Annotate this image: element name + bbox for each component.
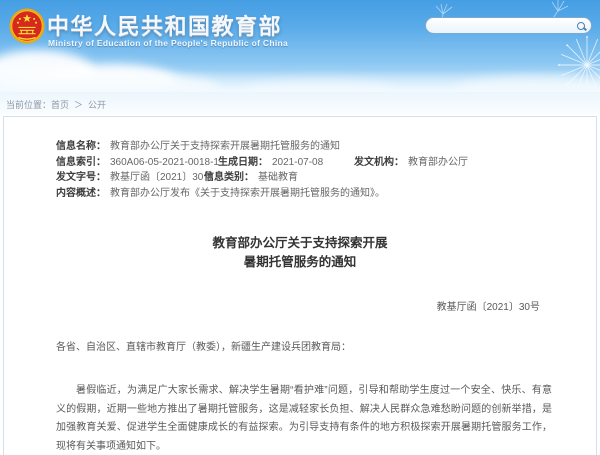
breadcrumb-separator: ＞ xyxy=(74,100,83,110)
document-salutation: 各省、自治区、直辖市教育厅（教委），新疆生产建设兵团教育局： xyxy=(56,340,552,355)
breadcrumb: 当前位置：首页 ＞ 公开 xyxy=(0,92,600,115)
meta-value: 基础教育 xyxy=(258,172,298,183)
breadcrumb-home-link[interactable]: 首页 xyxy=(51,100,69,110)
breadcrumb-prefix: 当前位置： xyxy=(6,100,51,110)
meta-row-name: 信息名称： 教育部办公厅关于支持探索开展暑期托管服务的通知 xyxy=(56,139,596,155)
cloud-decoration xyxy=(245,80,395,92)
cloud-decoration xyxy=(52,64,177,92)
search-input[interactable] xyxy=(436,18,577,33)
document-paragraph: 暑假临近，为满足广大家长需求、解决学生暑期“看护难”问题，引导和帮助学生度过一个… xyxy=(56,382,552,455)
meta-row-index: 信息索引： 360A06-05-2021-0018-1生成日期： 2021-07-0… xyxy=(56,155,596,171)
search-icon[interactable] xyxy=(577,22,585,30)
meta-row-docno: 发文字号： 教基厅函〔2021〕30号信息类别： 基础教育 xyxy=(56,170,596,186)
document-meta: 信息名称： 教育部办公厅关于支持探索开展暑期托管服务的通知 信息索引： 360A06… xyxy=(56,139,596,201)
meta-label: 发文机构： xyxy=(354,157,404,168)
site-subtitle: Ministry of Education of the People's Re… xyxy=(48,38,288,48)
breadcrumb-section-link[interactable]: 公开 xyxy=(88,100,106,110)
meta-row-summary: 内容概述： 教育部办公厅发布《关于支持探索开展暑期托管服务的通知》。 xyxy=(56,186,596,202)
document-title-line1: 教育部办公厅关于支持探索开展 xyxy=(4,234,596,253)
document-title-line2: 暑期托管服务的通知 xyxy=(4,253,596,272)
meta-label: 信息索引： xyxy=(56,157,106,168)
national-emblem-icon xyxy=(8,6,46,48)
meta-value: 360A06-05-2021-0018-1 xyxy=(110,157,219,168)
meta-value: 教育部办公厅关于支持探索开展暑期托管服务的通知 xyxy=(110,141,340,152)
cloud-decoration xyxy=(455,76,600,92)
page: 中华人民共和国教育部 Ministry of Education of the … xyxy=(0,0,600,455)
meta-value: 教基厅函〔2021〕30号 xyxy=(110,172,213,183)
document-title: 教育部办公厅关于支持探索开展 暑期托管服务的通知 xyxy=(4,234,596,272)
cloud-decoration xyxy=(0,72,218,92)
meta-value: 2021-07-08 xyxy=(272,157,323,168)
document-number: 教基厅函〔2021〕30号 xyxy=(4,298,540,313)
meta-label: 发文字号： xyxy=(56,172,106,183)
meta-label: 信息类别： xyxy=(204,172,254,183)
meta-label: 生成日期： xyxy=(218,157,268,168)
site-title[interactable]: 中华人民共和国教育部 xyxy=(47,9,282,41)
dandelion-icon xyxy=(552,30,600,92)
meta-value: 教育部办公厅发布《关于支持探索开展暑期托管服务的通知》。 xyxy=(110,188,385,199)
document-panel: 信息名称： 教育部办公厅关于支持探索开展暑期托管服务的通知 信息索引： 360A06… xyxy=(3,116,597,455)
meta-label: 信息名称： xyxy=(56,141,106,152)
cloud-decoration xyxy=(0,50,94,92)
header-banner: 中华人民共和国教育部 Ministry of Education of the … xyxy=(0,0,600,92)
meta-label: 内容概述： xyxy=(56,188,106,199)
search-box[interactable] xyxy=(425,17,592,34)
meta-value: 教育部办公厅 xyxy=(408,157,468,168)
